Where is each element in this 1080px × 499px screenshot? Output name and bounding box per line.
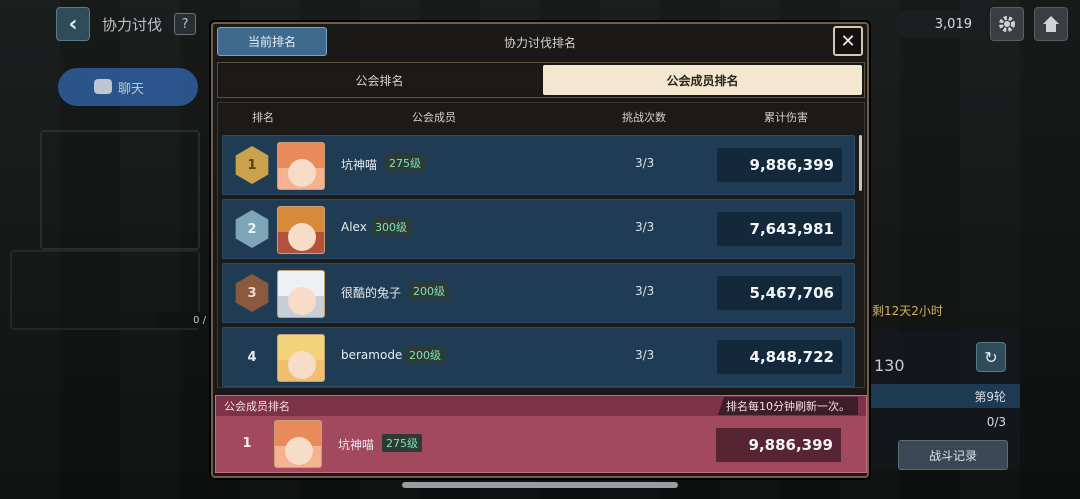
- list-scrollbar[interactable]: [859, 135, 862, 191]
- close-icon: ✕: [840, 30, 856, 52]
- home-indicator: [402, 482, 678, 488]
- damage-value: 9,886,399: [717, 148, 842, 182]
- background-bed: [40, 130, 200, 250]
- attempt-count: 0/3: [986, 415, 1006, 429]
- rank-badge-silver: 2: [235, 210, 269, 248]
- table-row[interactable]: 4 beramode 200级 3/3 4,848,722: [222, 327, 855, 387]
- page-title: 协力讨伐: [102, 15, 163, 34]
- column-rank: 排名: [252, 111, 274, 124]
- back-button[interactable]: ‹: [56, 7, 90, 41]
- refresh-note: 排名每10分钟刷新一次。: [718, 397, 858, 415]
- member-level: 200级: [409, 282, 449, 300]
- top-left-bar: ‹ 协力讨伐 ?: [56, 7, 197, 41]
- column-damage: 累计伤害: [764, 111, 808, 124]
- member-level: 275级: [385, 154, 425, 172]
- rank-number: 4: [247, 349, 257, 365]
- close-button[interactable]: ✕: [833, 26, 863, 56]
- attempts-value: 3/3: [635, 348, 655, 362]
- member-level: 200级: [405, 346, 445, 364]
- battle-log-button[interactable]: 战斗记录: [898, 440, 1008, 470]
- column-headers: 排名 公会成员 挑战次数 累计伤害: [218, 103, 864, 131]
- currency-display: 3,019: [900, 10, 980, 38]
- ranking-list[interactable]: 排名 公会成员 挑战次数 累计伤害 1 坑神喵 275级 3/3 9,886,3…: [217, 102, 865, 388]
- table-row[interactable]: 3 很酷的兔子 200级 3/3 5,467,706: [222, 263, 855, 323]
- refresh-icon: ↻: [984, 347, 998, 367]
- progress-counter: 0 /: [156, 312, 210, 328]
- remaining-time: 剩12天2小时: [872, 304, 943, 318]
- chevron-left-icon: ‹: [68, 11, 78, 37]
- chat-bubble-icon: [94, 79, 112, 94]
- column-attempts: 挑战次数: [622, 111, 666, 124]
- attempts-value: 3/3: [635, 156, 655, 170]
- avatar: [277, 270, 325, 318]
- table-row[interactable]: 2 Alex 300级 3/3 7,643,981: [222, 199, 855, 259]
- member-name: 坑神喵: [341, 158, 378, 172]
- damage-value: 5,467,706: [717, 276, 842, 310]
- member-name: 很酷的兔子: [341, 286, 402, 300]
- avatar: [277, 142, 325, 190]
- rank-badge-bronze: 3: [235, 274, 269, 312]
- damage-value: 7,643,981: [717, 212, 842, 246]
- current-rank-button[interactable]: 当前排名: [217, 27, 327, 56]
- my-rank-header: 公会成员排名 排名每10分钟刷新一次。: [216, 396, 866, 416]
- member-name: Alex: [341, 220, 367, 234]
- table-row[interactable]: 1 坑神喵 275级 3/3 9,886,399: [222, 135, 855, 195]
- side-score: 130: [874, 356, 905, 375]
- avatar: [274, 420, 322, 468]
- my-rank-row: 1 坑神喵 275级 9,886,399: [216, 416, 866, 472]
- ranking-tabs: 公会排名 公会成员排名: [217, 62, 865, 98]
- member-name: 坑神喵: [338, 438, 375, 452]
- home-icon: [1043, 16, 1059, 32]
- rank-number: 1: [242, 435, 252, 451]
- round-indicator: 第9轮: [868, 384, 1020, 408]
- modal-header: 当前排名 协力讨伐排名 ✕: [213, 24, 867, 60]
- rank-badge-gold: 1: [235, 146, 269, 184]
- damage-value: 9,886,399: [716, 428, 841, 462]
- help-button[interactable]: ?: [174, 13, 197, 35]
- chat-button[interactable]: 聊天: [58, 68, 198, 106]
- tab-member-ranking[interactable]: 公会成员排名: [543, 65, 862, 95]
- member-level: 300级: [371, 218, 411, 236]
- settings-button[interactable]: [990, 7, 1024, 41]
- column-member: 公会成员: [412, 111, 456, 124]
- my-rank-title: 公会成员排名: [224, 400, 290, 413]
- member-level: 275级: [382, 434, 422, 452]
- attempts-value: 3/3: [635, 284, 655, 298]
- avatar: [277, 334, 325, 382]
- ranking-modal: 当前排名 协力讨伐排名 ✕ 公会排名 公会成员排名 排名 公会成员 挑战次数 累…: [211, 22, 869, 478]
- top-right-bar: 3,019: [900, 7, 1068, 41]
- attempts-value: 3/3: [635, 220, 655, 234]
- chat-label: 聊天: [118, 81, 145, 97]
- member-name: beramode: [341, 348, 403, 362]
- refresh-button[interactable]: ↻: [976, 342, 1006, 372]
- modal-title: 协力讨伐排名: [503, 35, 576, 50]
- avatar: [277, 206, 325, 254]
- my-rank-panel: 公会成员排名 排名每10分钟刷新一次。 1 坑神喵 275级 9,886,399: [215, 395, 867, 473]
- tab-guild-ranking[interactable]: 公会排名: [220, 65, 539, 95]
- gear-icon: [999, 16, 1015, 32]
- damage-value: 4,848,722: [717, 340, 842, 374]
- home-button[interactable]: [1034, 7, 1068, 41]
